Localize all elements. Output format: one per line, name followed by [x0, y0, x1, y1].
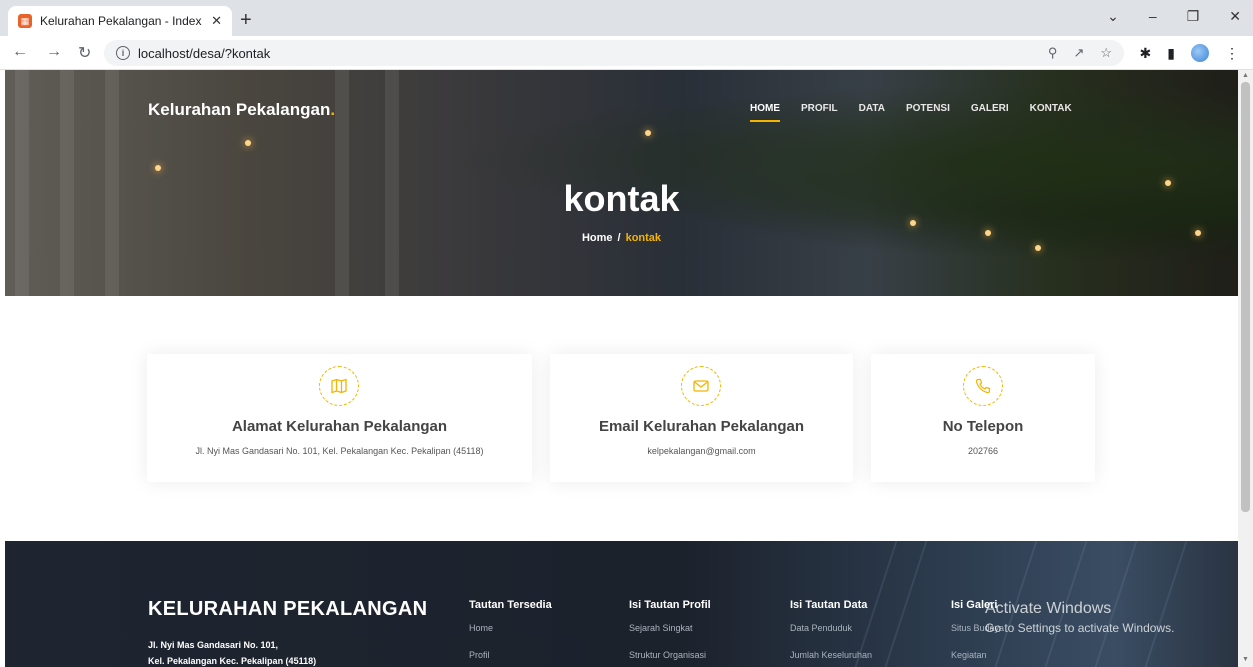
footer-column-profil: Isi Tautan Profil Sejarah Singkat Strukt… — [629, 599, 711, 667]
footer-heading: Isi Tautan Data — [790, 599, 868, 611]
share-icon[interactable]: ↗ — [1073, 45, 1084, 61]
window-controls: ⌄ – ❐ ✕ — [1107, 8, 1241, 25]
side-panel-icon[interactable]: ▮ — [1167, 45, 1175, 62]
footer-link-home[interactable]: Home — [469, 623, 552, 633]
browser-toolbar: ← → ↻ i localhost/desa/?kontak ⚲ ↗ ☆ ✱ ▮… — [0, 36, 1253, 70]
forward-icon[interactable]: → — [46, 43, 62, 61]
email-title: Email Kelurahan Pekalangan — [598, 418, 805, 435]
tab-search-icon[interactable]: ⌄ — [1107, 8, 1119, 25]
menu-icon[interactable]: ⋮ — [1225, 45, 1239, 62]
nav-potensi[interactable]: POTENSI — [906, 103, 950, 122]
address-card: Alamat Kelurahan Pekalangan Jl. Nyi Mas … — [147, 354, 532, 482]
windows-activation-watermark: Activate Windows Go to Settings to activ… — [985, 600, 1175, 635]
hero-banner: Kelurahan Pekalangan. HOME PROFIL DATA P… — [5, 70, 1238, 296]
back-icon[interactable]: ← — [12, 43, 28, 61]
new-tab-icon[interactable]: + — [240, 9, 252, 32]
breadcrumb-separator: / — [617, 232, 621, 244]
restore-icon[interactable]: ❐ — [1187, 8, 1200, 25]
breadcrumb-home[interactable]: Home — [582, 232, 613, 244]
browser-tab[interactable]: ▦ Kelurahan Pekalangan - Index ✕ — [8, 6, 232, 36]
address-bar[interactable]: i localhost/desa/?kontak ⚲ ↗ ☆ — [104, 40, 1124, 66]
footer-address: Jl. Nyi Mas Gandasari No. 101, Kel. Peka… — [148, 640, 317, 666]
scroll-thumb[interactable] — [1241, 82, 1250, 512]
breadcrumb-current: kontak — [625, 232, 662, 244]
footer-heading: Tautan Tersedia — [469, 599, 552, 611]
scroll-up-icon[interactable]: ▲ — [1242, 72, 1249, 79]
phone-title: No Telepon — [942, 418, 1024, 435]
footer-link-struktur[interactable]: Struktur Organisasi — [629, 650, 711, 660]
close-window-icon[interactable]: ✕ — [1229, 8, 1241, 25]
footer-link-sejarah[interactable]: Sejarah Singkat — [629, 623, 711, 633]
close-tab-icon[interactable]: ✕ — [211, 13, 222, 29]
breadcrumb: Home / kontak — [5, 232, 1238, 244]
page-title: kontak — [563, 178, 680, 219]
extensions-icon[interactable]: ✱ — [1140, 45, 1152, 62]
favicon-icon: ▦ — [18, 14, 32, 28]
footer-heading: Isi Tautan Profil — [629, 599, 711, 611]
footer-brand: KELURAHAN PEKALANGAN — [148, 598, 428, 620]
footer-link-penduduk[interactable]: Data Penduduk — [790, 623, 872, 633]
browser-tabbar: ▦ Kelurahan Pekalangan - Index ✕ + ⌄ – ❐… — [0, 0, 1253, 36]
url-text[interactable]: localhost/desa/?kontak — [138, 46, 1048, 61]
reload-icon[interactable]: ↻ — [78, 43, 91, 63]
page-viewport: Kelurahan Pekalangan. HOME PROFIL DATA P… — [5, 70, 1238, 667]
tab-title: Kelurahan Pekalangan - Index — [40, 14, 202, 28]
email-text[interactable]: kelpekalangan@gmail.com — [550, 446, 853, 456]
footer-link-jumlah[interactable]: Jumlah Keseluruhan — [790, 650, 872, 660]
address-text: Jl. Nyi Mas Gandasari No. 101, Kel. Peka… — [195, 446, 484, 456]
profile-avatar[interactable] — [1191, 44, 1209, 62]
email-card: Email Kelurahan Pekalangan kelpekalangan… — [550, 354, 853, 482]
nav-kontak[interactable]: KONTAK — [1030, 103, 1072, 122]
map-icon — [319, 366, 359, 406]
address-title: Alamat Kelurahan Pekalangan — [231, 418, 448, 435]
footer-column-tautan: Tautan Tersedia Home Profil — [469, 599, 552, 667]
page-scrollbar[interactable]: ▲ ▼ — [1238, 70, 1253, 667]
site-brand[interactable]: Kelurahan Pekalangan. — [148, 100, 335, 120]
nav-data[interactable]: DATA — [859, 103, 885, 122]
footer-link-profil[interactable]: Profil — [469, 650, 552, 660]
nav-galeri[interactable]: GALERI — [971, 103, 1009, 122]
phone-card: No Telepon 202766 — [871, 354, 1095, 482]
footer-column-data: Isi Tautan Data Data Penduduk Jumlah Kes… — [790, 599, 872, 667]
minimize-icon[interactable]: – — [1149, 8, 1157, 25]
main-nav: HOME PROFIL DATA POTENSI GALERI KONTAK — [750, 103, 1072, 122]
bookmark-star-icon[interactable]: ☆ — [1100, 45, 1112, 61]
phone-text: 202766 — [967, 446, 999, 456]
envelope-icon — [681, 366, 721, 406]
phone-icon — [963, 366, 1003, 406]
nav-profil[interactable]: PROFIL — [801, 103, 838, 122]
scroll-down-icon[interactable]: ▼ — [1242, 656, 1249, 663]
site-info-icon[interactable]: i — [116, 46, 130, 60]
nav-home[interactable]: HOME — [750, 103, 780, 122]
zoom-icon[interactable]: ⚲ — [1048, 45, 1058, 61]
footer-link-kegiatan[interactable]: Kegiatan — [951, 650, 1004, 660]
